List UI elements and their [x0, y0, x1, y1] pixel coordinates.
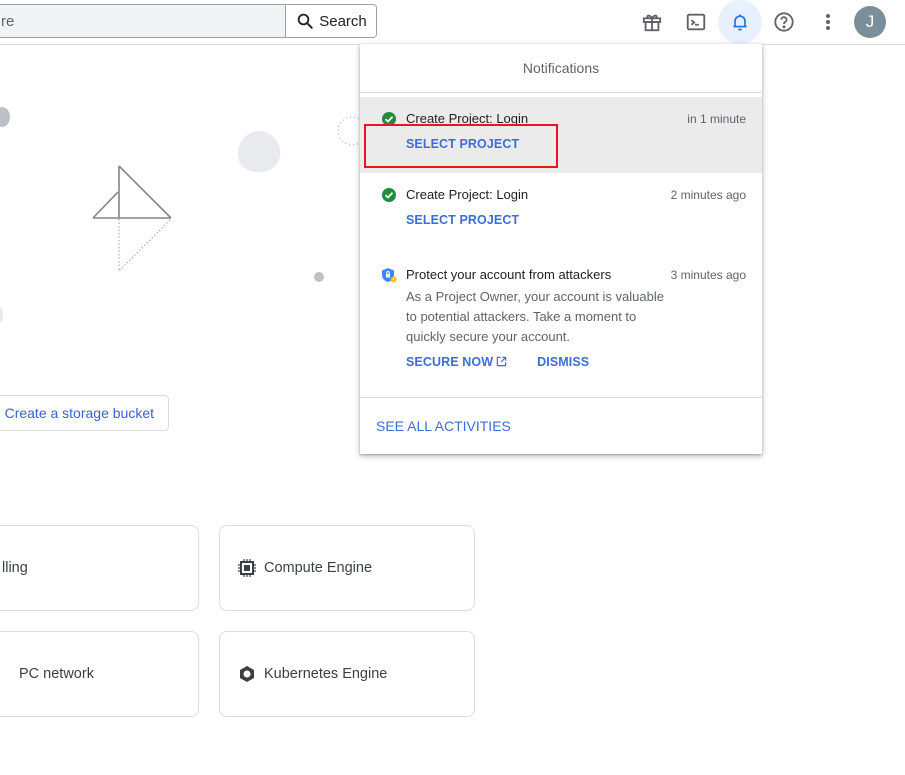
search-button[interactable]: Search: [285, 5, 376, 37]
empty-state-illustration: [0, 107, 360, 323]
cloud-shell-icon: [686, 13, 706, 31]
help-button[interactable]: [764, 2, 804, 42]
chip-icon: [238, 559, 256, 577]
paper-boat-reflection: [118, 219, 171, 272]
create-storage-bucket-label: Create a storage bucket: [4, 405, 154, 421]
notifications-title: Notifications: [360, 44, 762, 93]
secure-now-label: SECURE NOW: [406, 355, 494, 369]
external-link-icon: [496, 356, 507, 367]
notification-time: in 1 minute: [687, 112, 746, 126]
search-button-label: Search: [319, 12, 367, 30]
notifications-footer: SEE ALL ACTIVITIES: [360, 397, 762, 454]
vpc-network-card[interactable]: PC network: [0, 631, 199, 717]
help-icon: [774, 12, 794, 32]
notification-body: As a Project Owner, your account is valu…: [406, 289, 664, 344]
gift-icon: [642, 14, 662, 32]
avatar[interactable]: J: [854, 6, 886, 38]
top-bar: Search J: [0, 0, 905, 45]
dismiss-link[interactable]: DISMISS: [537, 355, 589, 369]
notification-time: 3 minutes ago: [670, 268, 746, 282]
compute-engine-card[interactable]: Compute Engine: [219, 525, 475, 611]
kubernetes-engine-card[interactable]: Kubernetes Engine: [219, 631, 475, 717]
notifications-panel: Notifications Create Project: Login in 1…: [360, 44, 762, 454]
kubernetes-engine-label: Kubernetes Engine: [264, 666, 388, 682]
check-circle-icon: [382, 112, 396, 126]
kubernetes-hex-icon: [240, 666, 254, 682]
decor-dotted-circle: [337, 116, 360, 146]
more-vert-icon: [826, 14, 830, 30]
notification-time: 2 minutes ago: [670, 188, 746, 202]
gift-button[interactable]: [632, 2, 672, 42]
billing-card[interactable]: lling: [0, 525, 199, 611]
search-input[interactable]: [0, 5, 285, 37]
more-options-button[interactable]: [808, 2, 848, 42]
check-circle-icon: [382, 188, 396, 202]
search-box: Search: [0, 4, 377, 38]
notification-item[interactable]: Create Project: Login in 1 minute SELECT…: [360, 97, 762, 173]
decor-blob: [0, 107, 10, 127]
billing-card-label: lling: [2, 560, 28, 576]
select-project-link[interactable]: SELECT PROJECT: [406, 137, 519, 151]
cloud-shell-button[interactable]: [676, 2, 716, 42]
secure-now-link[interactable]: SECURE NOW: [406, 355, 507, 369]
decor-blob: [238, 131, 281, 172]
notifications-button[interactable]: [718, 0, 762, 44]
decor-dot: [314, 272, 324, 282]
security-shield-icon: [382, 268, 397, 283]
paper-boat-icon: [92, 165, 172, 219]
notification-item[interactable]: Create Project: Login 2 minutes ago SELE…: [360, 173, 762, 253]
notifications-bell-icon: [733, 14, 747, 31]
search-icon: [297, 13, 313, 29]
notification-item[interactable]: Protect your account from attackers 3 mi…: [360, 253, 762, 398]
select-project-link[interactable]: SELECT PROJECT: [406, 213, 519, 227]
decor-blob: [0, 307, 3, 323]
compute-engine-label: Compute Engine: [264, 560, 373, 576]
create-storage-bucket-button[interactable]: Create a storage bucket: [0, 395, 169, 431]
see-all-activities-link[interactable]: SEE ALL ACTIVITIES: [376, 418, 511, 434]
vpc-network-label: PC network: [19, 666, 94, 682]
